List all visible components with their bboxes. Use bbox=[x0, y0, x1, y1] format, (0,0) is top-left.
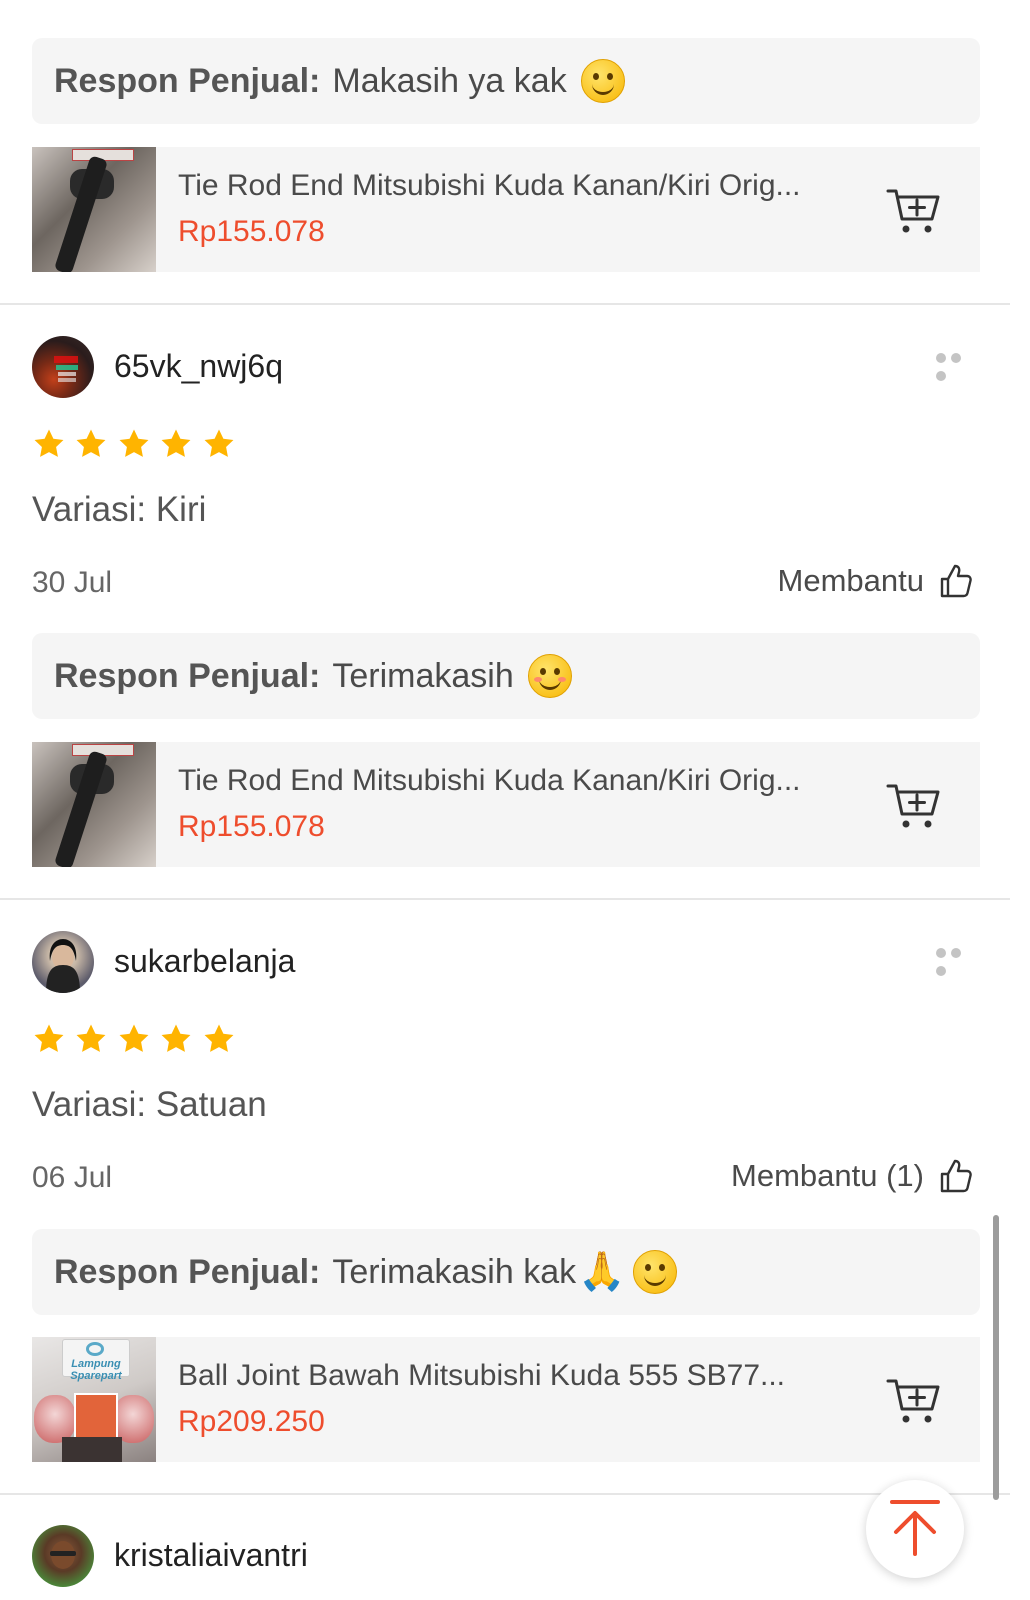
variant-label: Variasi: Satuan bbox=[32, 1085, 267, 1124]
variant-label: Variasi: Kiri bbox=[32, 490, 207, 529]
divider bbox=[0, 898, 1010, 900]
star-icon bbox=[204, 1024, 234, 1052]
star-icon bbox=[77, 1024, 106, 1052]
seller-response: Respon Penjual: Terimakasih kak 🙏 bbox=[32, 1229, 980, 1315]
seller-response-text: Makasih ya kak bbox=[332, 61, 567, 100]
add-to-cart-icon[interactable] bbox=[886, 780, 942, 832]
smile-emoji-icon bbox=[580, 59, 625, 103]
star-icon bbox=[119, 429, 149, 457]
reviewer-username[interactable]: sukarbelanja bbox=[114, 943, 295, 980]
reviewer-username[interactable]: 65vk_nwj6q bbox=[114, 348, 283, 385]
back-to-top-icon bbox=[890, 1500, 940, 1556]
review-date: 06 Jul bbox=[32, 1161, 113, 1194]
divider bbox=[0, 303, 1010, 305]
more-options-icon[interactable] bbox=[936, 350, 980, 381]
seller-response-text: Terimakasih kak bbox=[332, 1252, 577, 1291]
star-icon bbox=[77, 429, 106, 457]
add-to-cart-icon[interactable] bbox=[886, 185, 942, 237]
thumbs-up-icon[interactable] bbox=[940, 1159, 972, 1193]
star-rating bbox=[32, 1022, 240, 1061]
helpful-label: Membantu (1) bbox=[731, 1158, 924, 1193]
product-card[interactable]: Tie Rod End Mitsubishi Kuda Kanan/Kiri O… bbox=[32, 742, 980, 867]
avatar[interactable] bbox=[32, 931, 94, 993]
product-card[interactable]: Tie Rod End Mitsubishi Kuda Kanan/Kiri O… bbox=[32, 147, 980, 272]
more-options-icon[interactable] bbox=[936, 945, 980, 976]
star-icon bbox=[34, 429, 64, 457]
product-name: Tie Rod End Mitsubishi Kuda Kanan/Kiri O… bbox=[178, 764, 801, 797]
add-to-cart-icon[interactable] bbox=[886, 1375, 942, 1427]
seller-response-label: Respon Penjual: bbox=[54, 61, 321, 100]
avatar-image bbox=[50, 1541, 76, 1569]
product-card[interactable]: Lampung Sparepart Ball Joint Bawah Mitsu… bbox=[32, 1337, 980, 1462]
star-rating bbox=[32, 427, 240, 466]
avatar[interactable] bbox=[32, 336, 94, 398]
product-price: Rp155.078 bbox=[178, 810, 325, 843]
review-date: 30 Jul bbox=[32, 566, 113, 599]
thumb-logo-text: Lampung Sparepart bbox=[70, 1358, 122, 1382]
seller-response-label: Respon Penjual: bbox=[54, 1252, 321, 1291]
product-price: Rp209.250 bbox=[178, 1405, 325, 1438]
seller-response-text: Terimakasih bbox=[332, 656, 514, 695]
seller-response-label: Respon Penjual: bbox=[54, 656, 321, 695]
smile-emoji-icon bbox=[633, 1250, 678, 1294]
product-thumbnail bbox=[32, 147, 156, 272]
product-thumbnail bbox=[32, 742, 156, 867]
scrollbar[interactable] bbox=[993, 1215, 999, 1500]
avatar-image bbox=[46, 939, 80, 993]
star-icon bbox=[161, 1024, 191, 1052]
helpful-button[interactable]: Membantu (1) bbox=[731, 1158, 972, 1194]
helpful-button[interactable]: Membantu bbox=[778, 563, 972, 599]
star-icon bbox=[161, 429, 191, 457]
product-name: Ball Joint Bawah Mitsubishi Kuda 555 SB7… bbox=[178, 1359, 786, 1392]
divider bbox=[0, 1493, 1010, 1495]
blushing-smile-emoji-icon bbox=[527, 654, 572, 698]
product-name: Tie Rod End Mitsubishi Kuda Kanan/Kiri O… bbox=[178, 169, 801, 202]
thumbs-up-icon[interactable] bbox=[940, 564, 972, 598]
avatar-image bbox=[54, 356, 78, 382]
back-to-top-button[interactable] bbox=[866, 1480, 964, 1578]
star-icon bbox=[204, 429, 234, 457]
praying-hands-emoji-icon: 🙏 bbox=[578, 1251, 626, 1293]
helpful-label: Membantu bbox=[777, 563, 924, 598]
product-price: Rp155.078 bbox=[178, 215, 325, 248]
seller-response: Respon Penjual: Terimakasih bbox=[32, 633, 980, 719]
star-icon bbox=[34, 1024, 64, 1052]
seller-response: Respon Penjual: Makasih ya kak bbox=[32, 38, 980, 124]
product-thumbnail: Lampung Sparepart bbox=[32, 1337, 156, 1462]
star-icon bbox=[119, 1024, 149, 1052]
reviewer-username[interactable]: kristaliaivantri bbox=[114, 1537, 308, 1574]
avatar[interactable] bbox=[32, 1525, 94, 1587]
